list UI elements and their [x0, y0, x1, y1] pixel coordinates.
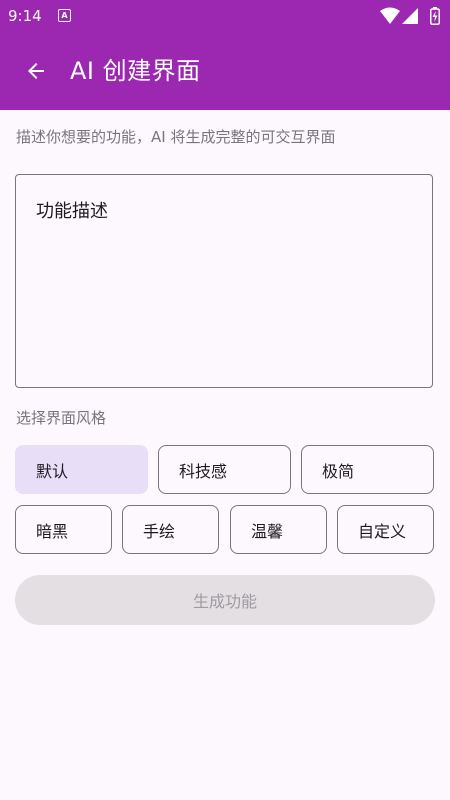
- signal-icon: [402, 8, 418, 24]
- chip-label: 暗黑: [36, 521, 69, 541]
- back-button[interactable]: [16, 51, 56, 91]
- chip-label: 自定义: [358, 521, 407, 541]
- page-title: AI 创建界面: [70, 57, 201, 85]
- description-input[interactable]: [16, 175, 432, 387]
- chip-label: 手绘: [143, 521, 176, 541]
- notification-icon: A: [58, 9, 71, 22]
- chip-label: 科技感: [179, 461, 228, 481]
- style-chip-handdrawn[interactable]: 手绘: [122, 505, 219, 554]
- style-section-label: 选择界面风格: [16, 409, 107, 427]
- wifi-icon: [380, 7, 400, 24]
- chip-label: 温馨: [251, 521, 284, 541]
- generate-button-label: 生成功能: [192, 592, 257, 611]
- style-chip-custom[interactable]: 自定义: [337, 505, 434, 554]
- battery-charging-icon: [430, 7, 440, 25]
- style-chip-tech[interactable]: 科技感: [158, 445, 291, 494]
- app-bar: AI 创建界面: [0, 32, 450, 110]
- style-chip-dark[interactable]: 暗黑: [15, 505, 112, 554]
- style-chip-cozy[interactable]: 温馨: [230, 505, 327, 554]
- chip-label: 极简: [322, 461, 355, 481]
- style-chip-minimal[interactable]: 极简: [301, 445, 434, 494]
- generate-button[interactable]: 生成功能: [15, 575, 435, 625]
- arrow-back-icon: [28, 63, 44, 79]
- style-chip-default[interactable]: 默认: [15, 445, 148, 494]
- description-field[interactable]: [15, 174, 433, 388]
- status-bar: 9:14 A: [0, 0, 450, 32]
- status-time: 9:14: [8, 7, 42, 25]
- chip-label: 默认: [36, 461, 69, 481]
- page-subtitle: 描述你想要的功能，AI 将生成完整的可交互界面: [16, 128, 336, 146]
